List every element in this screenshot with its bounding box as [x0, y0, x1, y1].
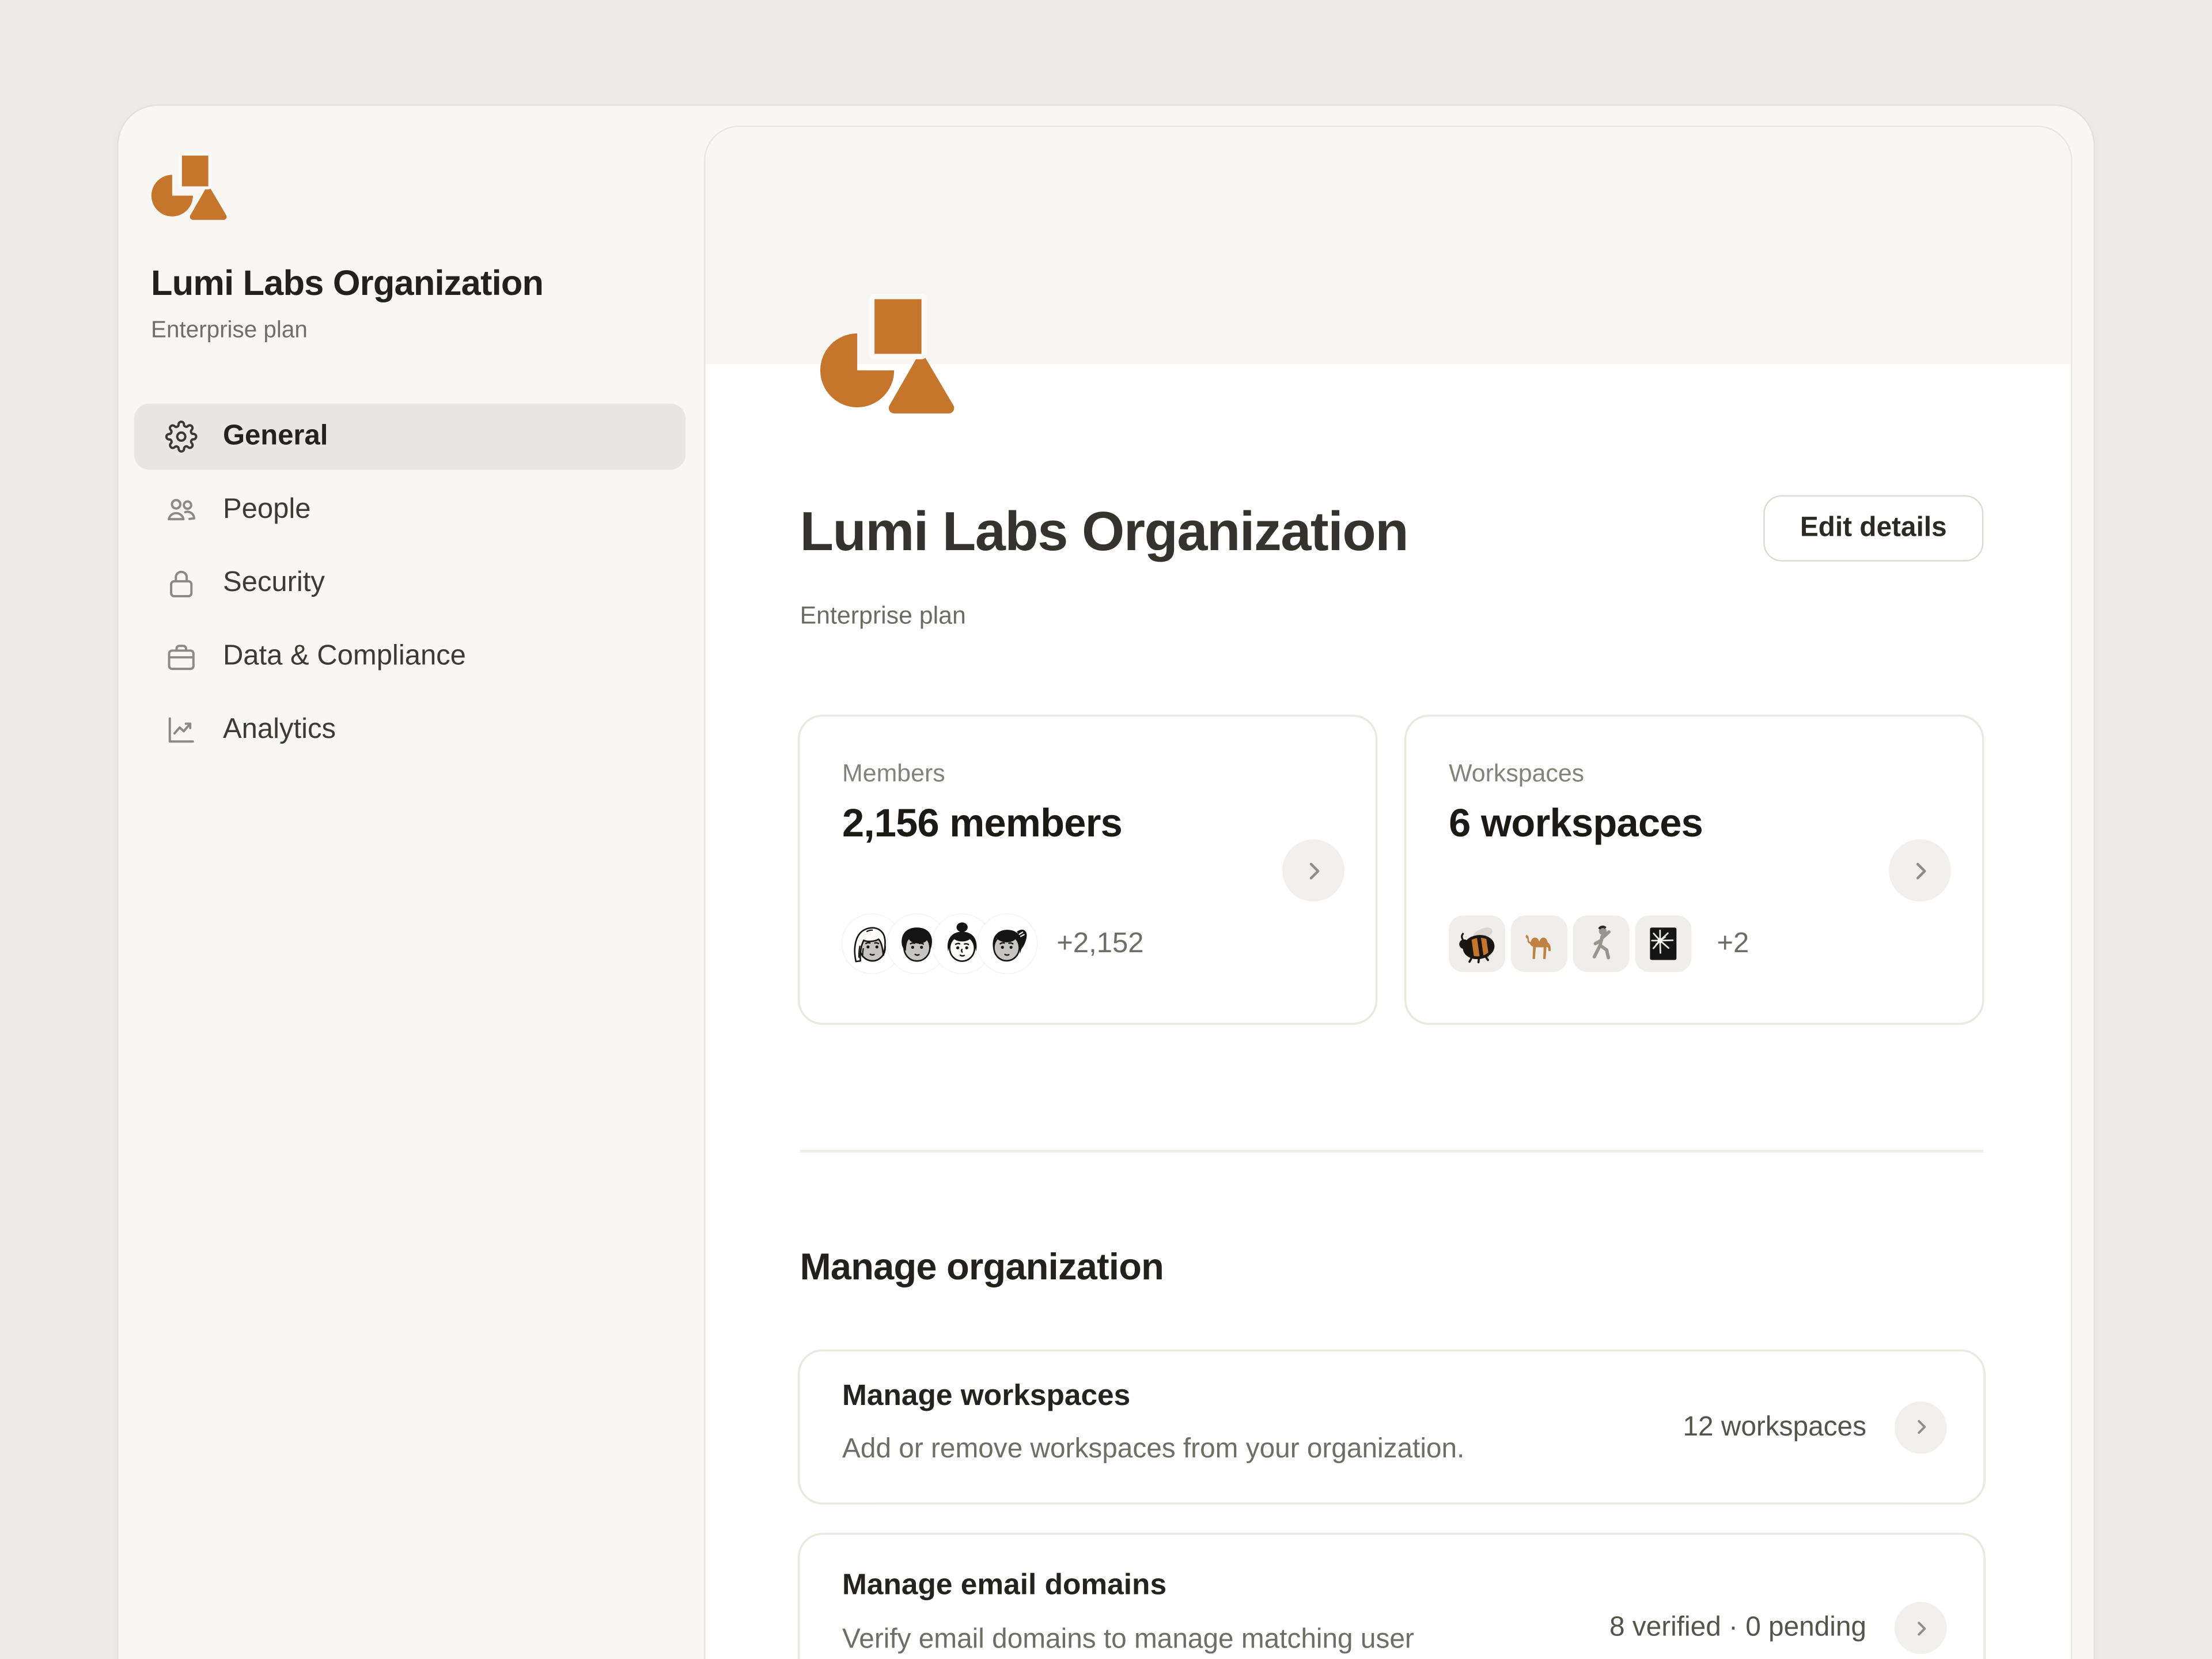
page-title: Lumi Labs Organization	[800, 502, 1408, 565]
avatar	[978, 914, 1037, 974]
members-card[interactable]: Members 2,156 members	[800, 717, 1376, 1022]
members-overflow-count: +2,152	[1056, 927, 1143, 960]
workspaces-meta: 12 workspaces	[1683, 1411, 1866, 1443]
chevron-right-icon	[1911, 1417, 1930, 1437]
edit-details-button[interactable]: Edit details	[1763, 495, 1983, 562]
section-divider	[800, 1150, 1984, 1153]
lock-icon	[165, 567, 198, 599]
camel-icon	[1511, 915, 1567, 972]
fencer-icon	[1573, 915, 1630, 972]
row-title: Manage email domains	[842, 1569, 1166, 1603]
email-domains-meta: 8 verified · 0 pending	[1609, 1612, 1866, 1644]
sidebar-item-label: Security	[223, 567, 325, 599]
stat-cards: Members 2,156 members	[800, 717, 1982, 1022]
workspaces-card[interactable]: Workspaces 6 workspaces	[1407, 717, 1982, 1022]
app-window: Lumi Labs Organization Enterprise plan G…	[119, 106, 2094, 1659]
row-title: Manage workspaces	[842, 1380, 1130, 1414]
members-count: 2,156 members	[842, 801, 1122, 846]
bee-icon	[1449, 915, 1505, 972]
chevron-right-icon	[1301, 858, 1325, 882]
row-description: Verify email domains to manage matching …	[842, 1624, 1414, 1656]
sidebar-nav: General People	[134, 403, 686, 770]
sidebar-item-people[interactable]: People	[134, 477, 686, 543]
chart-icon	[165, 714, 198, 746]
members-card-label: Members	[842, 759, 945, 789]
main-panel: Lumi Labs Organization Edit details Ente…	[705, 127, 2071, 1659]
briefcase-icon	[165, 641, 198, 673]
sidebar-plan-label: Enterprise plan	[151, 317, 308, 344]
members-avatar-pile: +2,152	[842, 914, 1143, 974]
plan-label: Enterprise plan	[800, 601, 966, 630]
sidebar-org-name: Lumi Labs Organization	[151, 264, 543, 305]
org-logo-small	[151, 152, 238, 228]
org-settings-screen: Lumi Labs Organization Enterprise plan G…	[0, 0, 2212, 1659]
users-icon	[165, 494, 198, 526]
manage-organization-heading: Manage organization	[800, 1245, 1164, 1289]
workspaces-overflow-count: +2	[1717, 927, 1749, 960]
chevron-right-icon	[1908, 858, 1932, 882]
sidebar-item-label: Analytics	[223, 714, 336, 746]
members-chevron-button[interactable]	[1282, 839, 1344, 902]
sidebar-item-analytics[interactable]: Analytics	[134, 697, 686, 763]
sidebar-item-general[interactable]: General	[134, 403, 686, 469]
sidebar-item-label: General	[223, 421, 328, 453]
sidebar-item-data-compliance[interactable]: Data & Compliance	[134, 623, 686, 690]
workspaces-count: 6 workspaces	[1449, 801, 1703, 846]
sidebar-item-label: People	[223, 494, 311, 526]
sidebar-item-label: Data & Compliance	[223, 641, 466, 673]
sidebar-item-security[interactable]: Security	[134, 550, 686, 616]
chevron-right-icon	[1911, 1618, 1930, 1638]
manage-workspaces-chevron-button[interactable]	[1895, 1401, 1947, 1453]
manage-workspaces-row[interactable]: Manage workspaces Add or remove workspac…	[800, 1351, 1984, 1502]
manage-email-domains-chevron-button[interactable]	[1895, 1602, 1947, 1654]
org-logo-large	[818, 293, 976, 429]
workspace-icon-pile: +2	[1449, 915, 1749, 972]
workspaces-chevron-button[interactable]	[1889, 839, 1951, 902]
gear-icon	[165, 421, 198, 453]
sparkler-icon	[1635, 915, 1691, 972]
manage-email-domains-row[interactable]: Manage email domains Verify email domain…	[800, 1535, 1984, 1659]
row-description: Add or remove workspaces from your organ…	[842, 1433, 1464, 1465]
workspaces-card-label: Workspaces	[1449, 759, 1584, 789]
